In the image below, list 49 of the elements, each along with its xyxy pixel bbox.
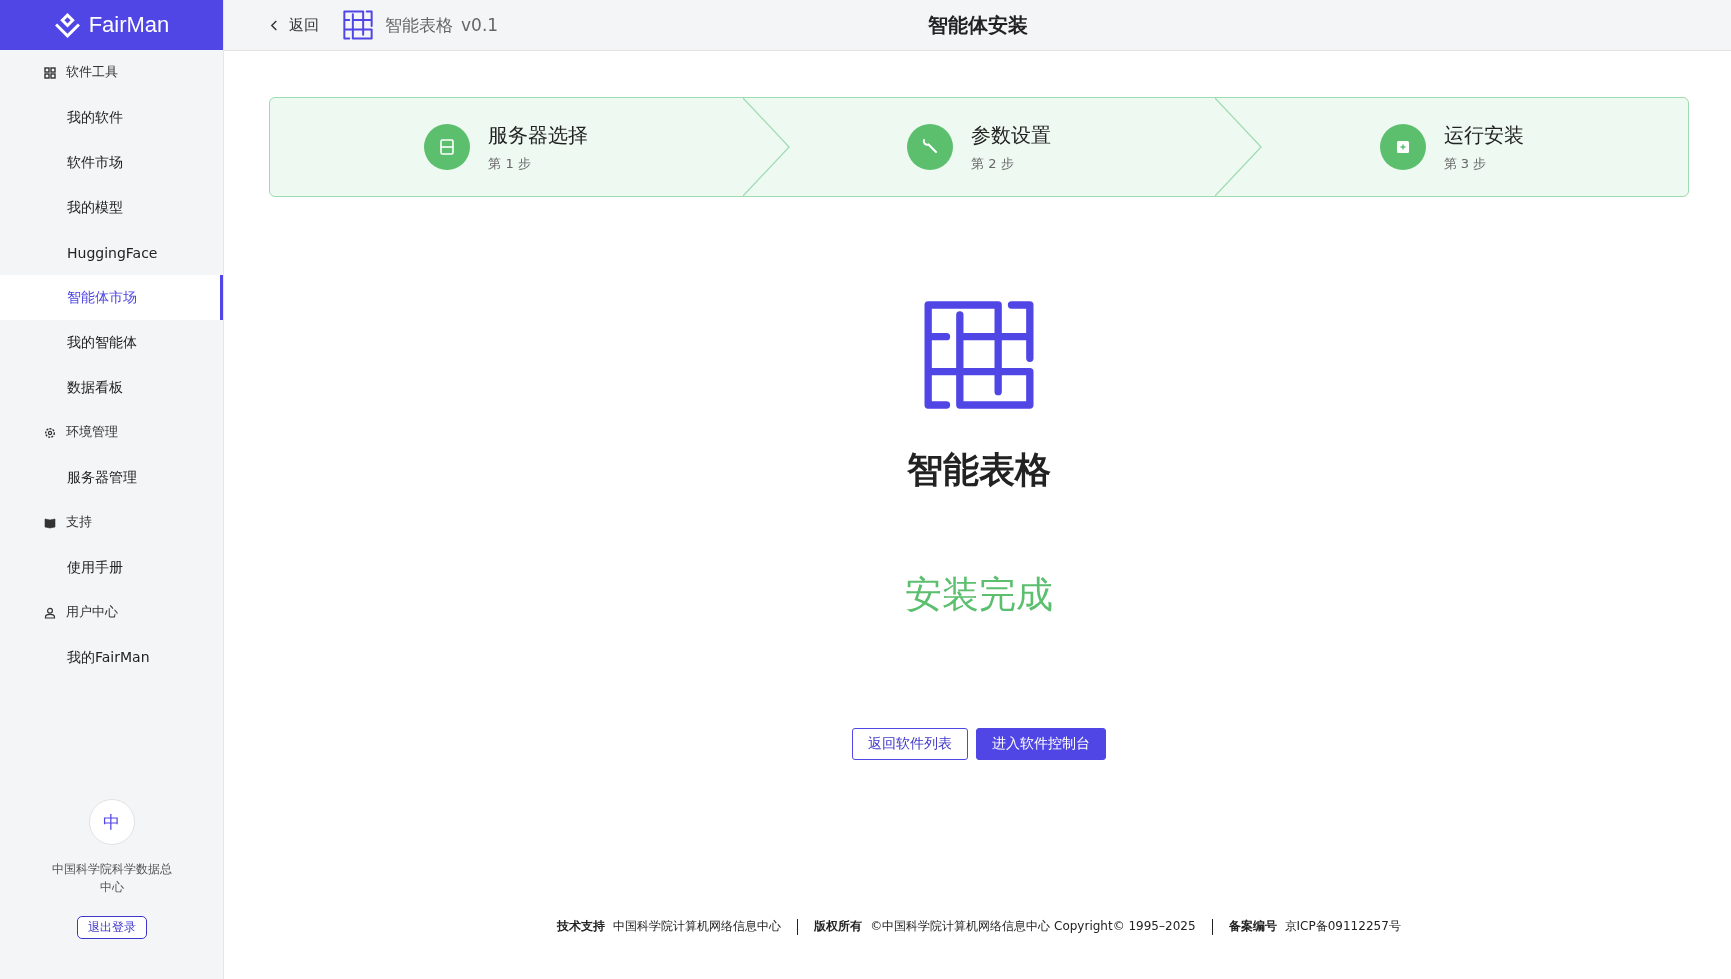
nav-item[interactable]: 我的智能体	[0, 320, 223, 365]
avatar: 中	[88, 799, 135, 845]
nav-item[interactable]: 我的软件	[0, 95, 223, 140]
back-button[interactable]: 返回	[270, 15, 319, 35]
step-number: 第 3 步	[1443, 154, 1488, 173]
group-label: 软件工具	[66, 64, 118, 81]
table-logo-icon	[923, 300, 1035, 410]
app-icon	[343, 10, 373, 40]
footer-label: 版权所有	[814, 918, 863, 935]
nav-item[interactable]: HuggingFace	[0, 230, 223, 275]
step-title: 服务器选择	[488, 121, 589, 149]
grid-icon	[44, 66, 56, 79]
action-button[interactable]: 返回软件列表	[852, 728, 968, 760]
app-name: 智能表格	[385, 13, 453, 37]
nav-item[interactable]: 我的FairMan	[0, 635, 223, 680]
box-icon	[1379, 124, 1426, 170]
footer-text: 中国科学院计算机网络信息中心	[613, 918, 782, 935]
app-version: v0.1	[461, 15, 499, 35]
footer-label: 技术支持	[557, 918, 606, 935]
step-number: 第 1 步	[488, 154, 532, 173]
brand-name: FairMan	[88, 12, 170, 38]
logo-icon	[53, 11, 81, 39]
footer-label: 备案编号	[1228, 918, 1277, 935]
action-button[interactable]: 进入软件控制台	[976, 728, 1106, 760]
nav-item[interactable]: 软件市场	[0, 140, 223, 185]
app-title: 智能表格	[907, 448, 1051, 492]
step-title: 参数设置	[971, 121, 1051, 149]
settings-icon	[44, 426, 56, 439]
status-text: 安装完成	[905, 572, 1053, 618]
server-icon	[424, 124, 471, 170]
group-label: 用户中心	[66, 604, 118, 621]
step-title: 运行安装	[1443, 121, 1524, 149]
nav-item[interactable]: 我的模型	[0, 185, 223, 230]
nav-item[interactable]: 智能体市场	[0, 275, 223, 320]
wrench-icon	[907, 124, 953, 170]
footer-text: ©中国科学院计算机网络信息中心 Copyright© 1995–2025	[870, 918, 1196, 935]
organization-name: 中国科学院科学数据总中心	[50, 861, 173, 896]
nav-item[interactable]: 数据看板	[0, 365, 223, 410]
nav-item[interactable]: 服务器管理	[0, 455, 223, 500]
group-label: 环境管理	[66, 424, 118, 441]
logout-button[interactable]: 退出登录	[76, 916, 147, 939]
group-label: 支持	[66, 514, 92, 531]
footer-text: 京ICP备09112257号	[1284, 918, 1401, 935]
nav-item[interactable]: 使用手册	[0, 545, 223, 590]
page-title: 智能体安装	[927, 11, 1028, 39]
step-number: 第 2 步	[971, 154, 1015, 173]
chevron-left-icon	[270, 18, 279, 32]
user-icon	[44, 606, 56, 619]
book-icon	[44, 516, 56, 529]
